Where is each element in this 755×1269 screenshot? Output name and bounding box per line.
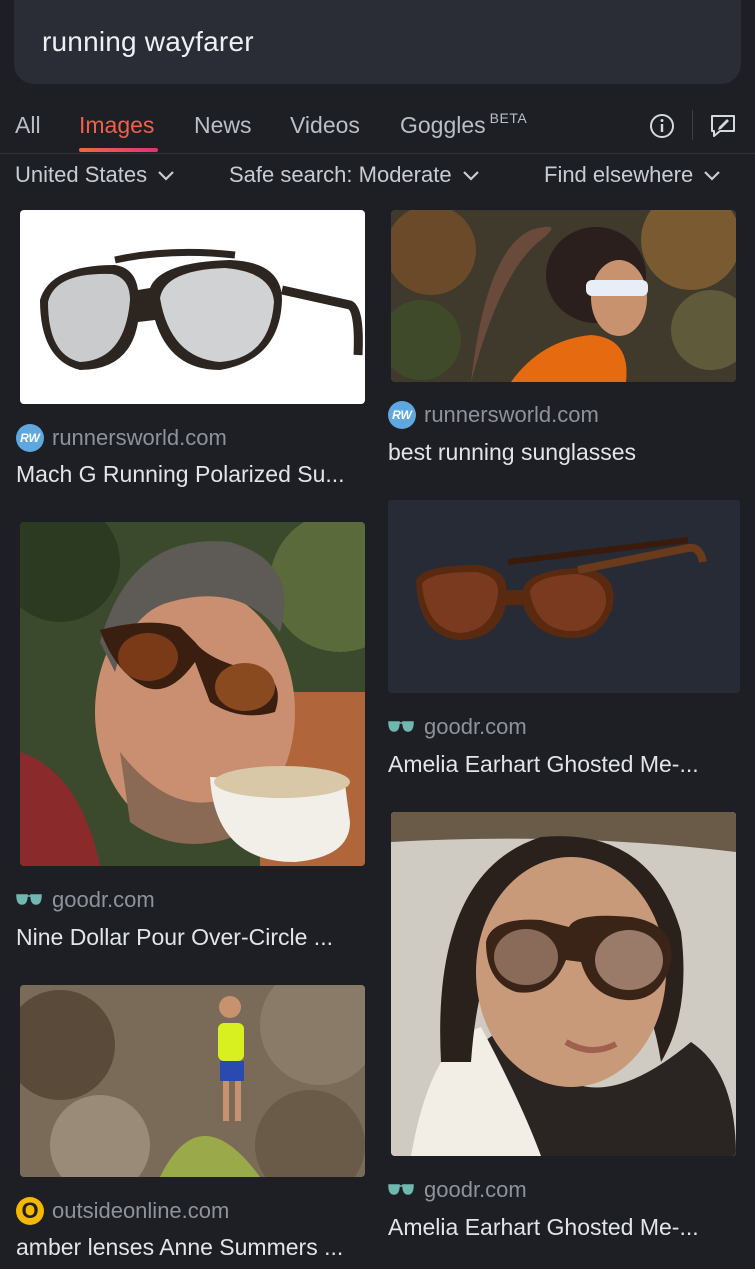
chevron-down-icon — [704, 171, 720, 181]
goodr-icon — [388, 1184, 414, 1195]
region-filter-label: United States — [15, 162, 148, 187]
man-sunglasses-image — [20, 522, 365, 866]
filter-bar: United States Safe search: Moderate Find… — [0, 156, 755, 196]
tab-news[interactable]: News — [194, 112, 252, 139]
tab-videos[interactable]: Videos — [290, 112, 360, 139]
tab-images[interactable]: Images — [79, 112, 154, 139]
chevron-down-icon — [462, 171, 479, 181]
result-source-1[interactable]: runnersworld.com — [52, 425, 227, 451]
beta-badge: BETA — [489, 110, 528, 126]
chevron-down-icon — [158, 171, 174, 181]
find-elsewhere-filter-label: Find elsewhere — [544, 162, 694, 187]
goodr-icon — [16, 894, 42, 905]
runner-woman-image — [391, 210, 736, 382]
tab-goggles[interactable]: Goggles BETA — [400, 110, 528, 139]
result-source-5[interactable]: outsideonline.com — [52, 1198, 229, 1224]
info-icon[interactable] — [648, 112, 676, 140]
find-elsewhere-filter[interactable]: Find elsewhere — [544, 162, 721, 188]
tab-goggles-label: Goggles — [400, 112, 486, 138]
runnersworld-icon: RW — [16, 424, 44, 452]
result-title-5[interactable]: amber lenses Anne Summers ... — [16, 1234, 343, 1261]
region-filter[interactable]: United States — [15, 162, 175, 188]
trail-runner-image — [20, 985, 365, 1177]
active-tab-indicator — [79, 148, 158, 152]
result-image-1[interactable] — [20, 210, 365, 404]
result-title-3[interactable]: Nine Dollar Pour Over-Circle ... — [16, 924, 333, 951]
result-title-6[interactable]: Amelia Earhart Ghosted Me-... — [388, 1214, 699, 1241]
result-image-3[interactable] — [20, 522, 365, 866]
result-source-2[interactable]: runnersworld.com — [424, 402, 599, 428]
goodr-icon — [388, 721, 414, 732]
result-source-3[interactable]: goodr.com — [52, 887, 155, 913]
result-image-5[interactable] — [20, 985, 365, 1177]
tab-bar: All Images News Videos Goggles BETA — [0, 100, 755, 154]
safe-search-filter-label: Safe search: Moderate — [229, 162, 452, 187]
woman-aviators-image — [391, 812, 736, 1156]
result-image-2[interactable] — [391, 210, 736, 382]
aviator-sunglasses-image — [40, 248, 363, 370]
result-image-4[interactable] — [388, 500, 740, 693]
tab-divider — [692, 110, 693, 140]
result-source-6[interactable]: goodr.com — [424, 1177, 527, 1203]
search-input[interactable]: running wayfarer — [42, 26, 254, 58]
tab-all[interactable]: All — [15, 112, 41, 139]
safe-search-filter[interactable]: Safe search: Moderate — [229, 162, 480, 188]
result-title-4[interactable]: Amelia Earhart Ghosted Me-... — [388, 751, 699, 778]
runnersworld-icon: RW — [388, 401, 416, 429]
tortoise-sunglasses-image — [388, 500, 740, 693]
outside-icon: O — [16, 1197, 44, 1225]
result-image-6[interactable] — [391, 812, 736, 1156]
result-source-4[interactable]: goodr.com — [424, 714, 527, 740]
search-box[interactable]: running wayfarer — [14, 0, 741, 84]
feedback-icon[interactable] — [708, 112, 738, 140]
result-title-1[interactable]: Mach G Running Polarized Su... — [16, 461, 345, 488]
result-title-2[interactable]: best running sunglasses — [388, 439, 636, 466]
